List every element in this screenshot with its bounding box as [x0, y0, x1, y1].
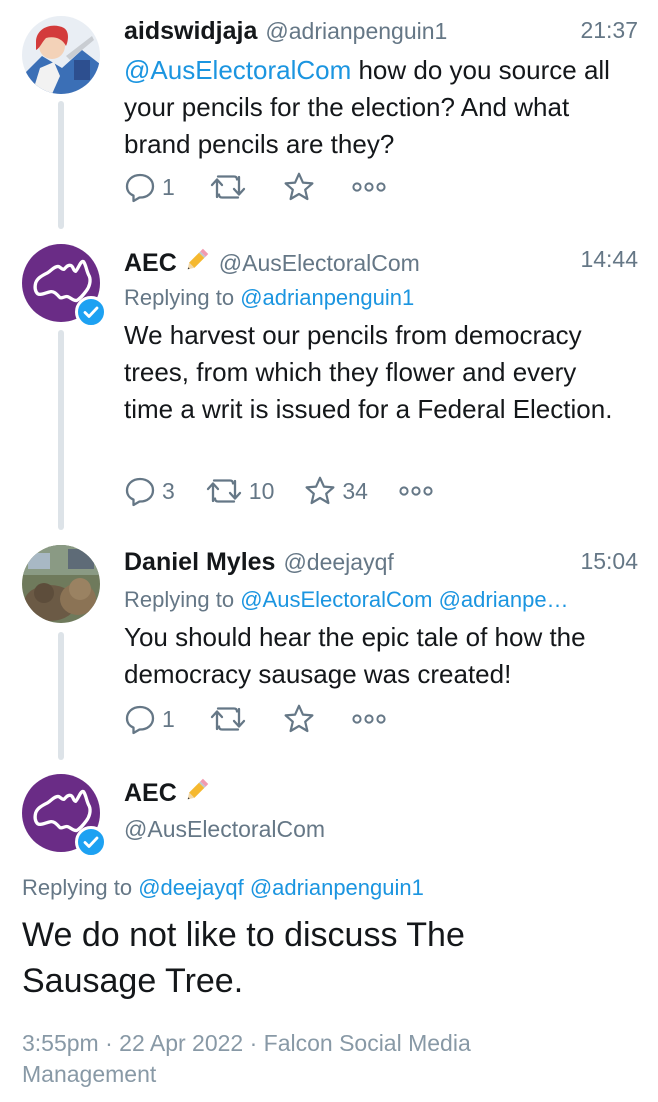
pencil-emoji-icon — [183, 776, 211, 804]
more-icon — [351, 713, 387, 725]
tweet-handle-row: @AusElectoralCom — [124, 815, 638, 851]
like-button[interactable]: 34 — [304, 475, 368, 507]
retweet-button[interactable] — [209, 703, 253, 735]
tweet-header: aidswidjaja @adrianpenguin1 21:37 — [124, 17, 638, 53]
thread-line — [58, 330, 64, 530]
more-icon — [351, 181, 387, 193]
tweet-meta-line2: Management — [22, 1061, 157, 1087]
display-name[interactable]: Daniel Myles — [124, 548, 275, 576]
user-handle[interactable]: @AusElectoralCom — [124, 816, 325, 842]
retweet-button[interactable] — [209, 171, 253, 203]
tweet-text: @AusElectoralCom how do you source all y… — [124, 52, 632, 163]
reply-button[interactable]: 1 — [124, 703, 175, 735]
replying-to: Replying to @AusElectoralCom @adrianpe… — [124, 587, 638, 613]
avatar-image — [22, 16, 100, 94]
reply-icon — [124, 475, 156, 507]
replying-to-link[interactable]: @AusElectoralCom @adrianpe… — [240, 587, 568, 612]
display-name[interactable]: aidswidjaja — [124, 17, 257, 45]
heart-icon — [283, 703, 315, 735]
timestamp[interactable]: 21:37 — [580, 17, 638, 44]
replying-to-label: Replying to — [22, 875, 133, 900]
verified-badge-icon — [75, 296, 107, 328]
pencil-emoji-icon — [183, 246, 211, 274]
replying-to-label: Replying to — [124, 285, 235, 310]
heart-icon — [283, 171, 315, 203]
tweet-actions: 1 — [124, 170, 417, 204]
tweet-actions: 3 10 34 — [124, 474, 464, 508]
avatar-aidswidjaja[interactable] — [22, 16, 100, 94]
reply-button[interactable]: 1 — [124, 171, 175, 203]
more-icon — [398, 485, 434, 497]
user-handle[interactable]: @adrianpenguin1 — [265, 18, 447, 44]
retweet-count: 10 — [248, 477, 275, 504]
replying-to-link[interactable]: @deejayqf @adrianpenguin1 — [138, 875, 424, 900]
tweet-meta-line1: 3:55pm · 22 Apr 2022 · Falcon Social Med… — [22, 1030, 471, 1056]
user-handle[interactable]: @AusElectoralCom — [219, 250, 420, 276]
tweet-text: We harvest our pencils from democracy tr… — [124, 320, 613, 424]
replying-to: Replying to @adrianpenguin1 — [124, 285, 638, 311]
like-count: 34 — [342, 477, 368, 504]
display-name[interactable]: AEC — [124, 249, 177, 277]
mention-link[interactable]: @AusElectoralCom — [124, 55, 351, 85]
timestamp[interactable]: 14:44 — [580, 246, 638, 273]
thread-line — [58, 101, 64, 229]
reply-button[interactable]: 3 — [124, 475, 175, 507]
reply-count: 1 — [162, 705, 175, 732]
heart-icon — [304, 475, 336, 507]
reply-count: 3 — [162, 477, 175, 504]
timestamp[interactable]: 15:04 — [580, 548, 638, 575]
main-tweet-text: We do not like to discuss The Sausage Tr… — [22, 916, 465, 1000]
tweet-actions: 1 — [124, 702, 417, 736]
retweet-icon — [209, 171, 247, 203]
replying-to: Replying to @deejayqf @adrianpenguin1 — [22, 875, 638, 901]
verified-badge-icon — [75, 826, 107, 858]
tweet-text: You should hear the epic tale of how the… — [124, 622, 586, 689]
tweet-meta: 3:55pm · 22 Apr 2022 · Falcon Social Med… — [22, 1028, 471, 1090]
more-button[interactable] — [398, 485, 434, 497]
reply-icon — [124, 703, 156, 735]
retweet-button[interactable]: 10 — [205, 475, 275, 507]
reply-count: 1 — [162, 173, 175, 200]
like-button[interactable] — [283, 703, 321, 735]
reply-icon — [124, 171, 156, 203]
replying-to-link[interactable]: @adrianpenguin1 — [240, 285, 414, 310]
replying-to-label: Replying to — [124, 587, 235, 612]
retweet-icon — [205, 475, 243, 507]
more-button[interactable] — [351, 181, 387, 193]
avatar-daniel-myles[interactable] — [22, 545, 100, 623]
tweet-header: AEC @AusElectoralCom 14:44 — [124, 246, 638, 282]
tweet-header: Daniel Myles @deejayqf 15:04 — [124, 548, 638, 584]
more-button[interactable] — [351, 713, 387, 725]
display-name[interactable]: AEC — [124, 779, 177, 807]
tweet-header: AEC — [124, 776, 638, 812]
thread-line — [58, 632, 64, 760]
retweet-icon — [209, 703, 247, 735]
like-button[interactable] — [283, 171, 321, 203]
user-handle[interactable]: @deejayqf — [283, 549, 393, 575]
avatar-image — [22, 545, 100, 623]
